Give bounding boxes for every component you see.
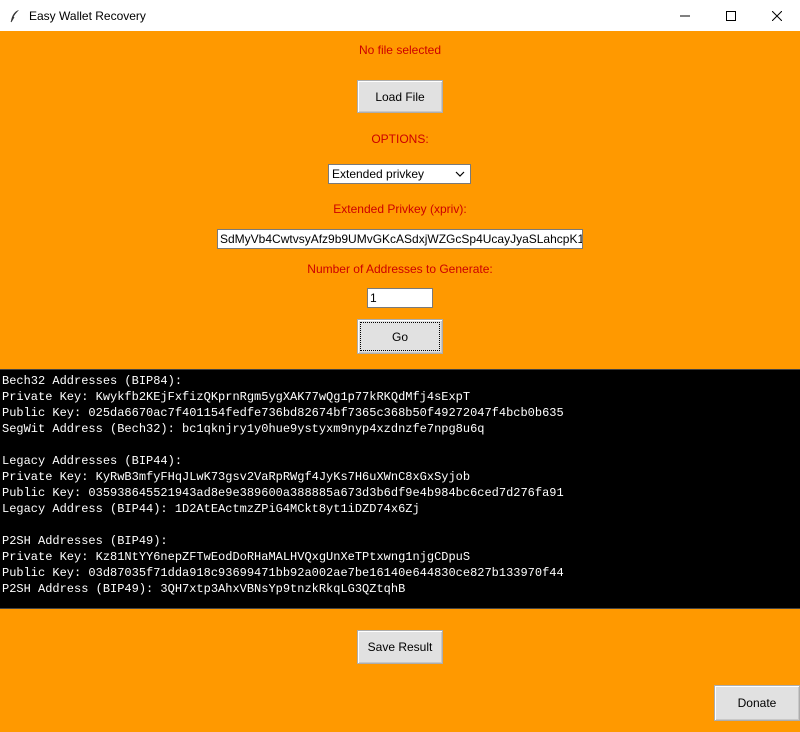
output-line: Private Key: Kz81NtYY6nepZFTwEodDoRHaMAL… — [2, 550, 471, 564]
options-select[interactable]: Extended privkey — [328, 164, 471, 184]
output-line: Bech32 Addresses (BIP84): — [2, 374, 183, 388]
file-status-label: No file selected — [358, 43, 442, 57]
load-file-button[interactable]: Load File — [357, 80, 443, 113]
options-label: OPTIONS: — [371, 132, 429, 146]
options-select-value: Extended privkey — [332, 167, 425, 181]
minimize-icon[interactable] — [662, 0, 708, 31]
close-icon[interactable] — [754, 0, 800, 31]
output-line: Private Key: Kwykfb2KEjFxfizQKprnRgm5ygX… — [2, 390, 471, 404]
output-line: P2SH Address (BIP49): 3QH7xtp3AhxVBNsYp9… — [2, 582, 406, 596]
address-count-input[interactable]: 1 — [367, 288, 433, 308]
maximize-icon[interactable] — [708, 0, 754, 31]
output-line: Legacy Addresses (BIP44): — [2, 454, 183, 468]
save-result-button[interactable]: Save Result — [357, 630, 443, 664]
output-line: SegWit Address (Bech32): bc1qknjry1y0hue… — [2, 422, 485, 436]
title-bar: Easy Wallet Recovery — [0, 0, 800, 31]
window-controls — [662, 0, 800, 31]
window-title: Easy Wallet Recovery — [29, 8, 146, 23]
output-text-area[interactable]: Bech32 Addresses (BIP84): Private Key: Kw… — [0, 369, 800, 609]
address-count-label: Number of Addresses to Generate: — [307, 262, 493, 276]
main-panel: No file selected Load File OPTIONS: Exte… — [0, 31, 800, 732]
output-line: Public Key: 035938645521943ad8e9e389600a… — [2, 486, 564, 500]
xpriv-label: Extended Privkey (xpriv): — [333, 202, 467, 216]
output-line: Public Key: 025da6670ac7f401154fedfe736b… — [2, 406, 564, 420]
feather-icon — [8, 9, 22, 23]
go-button[interactable]: Go — [357, 319, 443, 354]
donate-button[interactable]: Donate — [714, 685, 800, 721]
app-window: Easy Wallet Recovery No file selected Lo… — [0, 0, 800, 732]
output-line: P2SH Addresses (BIP49): — [2, 534, 168, 548]
output-line: Legacy Address (BIP44): 1D2AtEActmzZPiG4… — [2, 502, 420, 516]
xpriv-input[interactable]: SdMyVb4CwtvsyAfz9b9UMvGKcASdxjWZGcSp4Uca… — [217, 229, 583, 249]
chevron-down-icon — [454, 168, 466, 180]
output-line: Private Key: KyRwB3mfyFHqJLwK73gsv2VaRpR… — [2, 470, 471, 484]
output-line: Public Key: 03d87035f71dda918c93699471bb… — [2, 566, 564, 580]
